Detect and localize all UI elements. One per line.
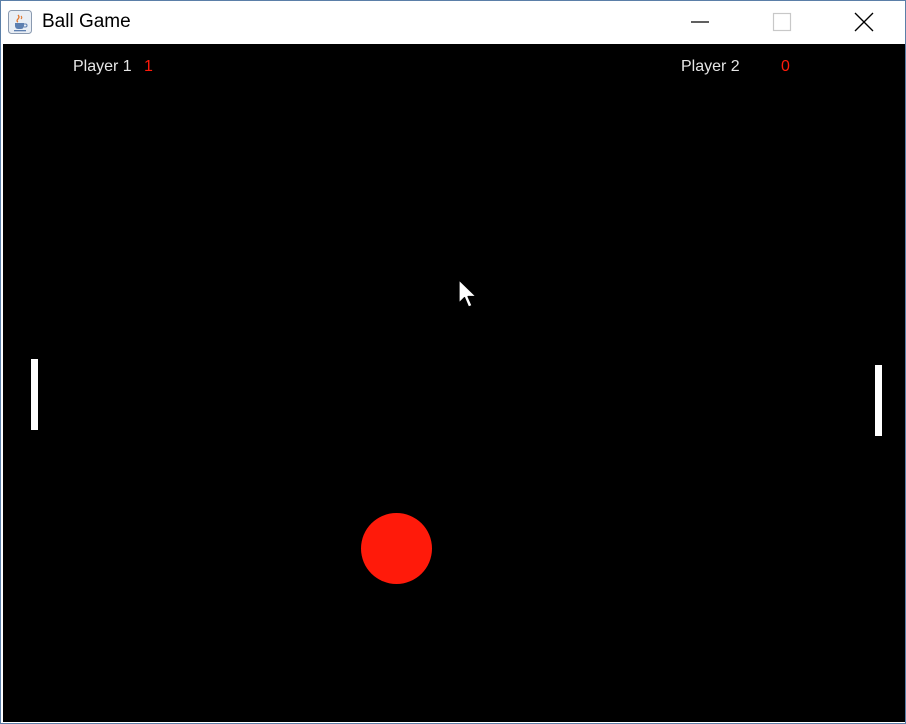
player2-score: 0 — [781, 58, 790, 75]
right-paddle — [875, 365, 882, 436]
maximize-icon — [772, 12, 792, 32]
window-title: Ball Game — [42, 11, 131, 32]
app-window: Ball Game Player 1 1 Player 2 0 — [0, 0, 906, 724]
ball — [361, 513, 432, 584]
player1-label: Player 1 — [73, 58, 132, 75]
maximize-button[interactable] — [741, 1, 823, 43]
player1-score: 1 — [144, 58, 153, 75]
game-canvas[interactable]: Player 1 1 Player 2 0 — [3, 44, 905, 722]
left-paddle — [31, 359, 38, 430]
arrow-cursor-icon — [458, 279, 477, 308]
java-cup-icon — [8, 10, 32, 34]
minimize-button[interactable] — [659, 1, 741, 43]
minimize-icon — [691, 21, 709, 23]
close-button[interactable] — [823, 1, 905, 43]
title-bar[interactable]: Ball Game — [1, 1, 905, 43]
close-icon — [854, 12, 874, 32]
player2-label: Player 2 — [681, 58, 740, 75]
